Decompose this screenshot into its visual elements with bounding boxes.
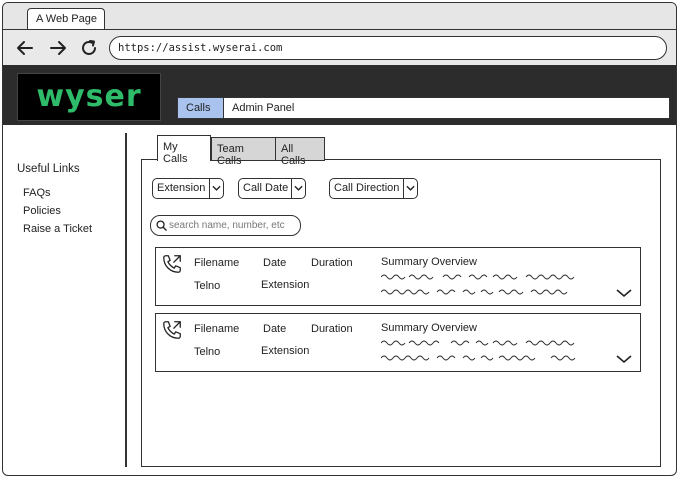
sidebar-heading: Useful Links <box>17 163 80 175</box>
browser-tab[interactable]: A Web Page <box>27 8 105 30</box>
search-placeholder: search name, number, etc <box>169 220 285 231</box>
call-date: Date <box>263 257 287 269</box>
address-bar[interactable]: https://assist.wyserai.com <box>109 36 667 60</box>
chevron-down-icon <box>209 179 221 198</box>
call-card[interactable]: Filename Date Duration Summary Overview … <box>155 247 641 306</box>
call-duration: Duration <box>311 257 353 269</box>
call-duration: Duration <box>311 323 353 335</box>
chevron-down-icon <box>291 179 303 198</box>
refresh-icon[interactable] <box>79 38 99 58</box>
extension-filter[interactable]: Extension <box>152 178 224 199</box>
summary-text-placeholder <box>381 274 575 295</box>
call-filename: Filename <box>194 323 240 335</box>
call-direction-filter-label: Call Direction <box>334 182 400 194</box>
top-navigation: Calls Admin Panel <box>177 97 670 119</box>
call-summary-title: Summary Overview <box>381 256 477 268</box>
browser-window: A Web Page https://assist.wyserai.com wy… <box>2 2 677 476</box>
call-extension: Extension <box>261 279 310 291</box>
call-date-filter-label: Call Date <box>243 182 289 194</box>
call-date: Date <box>263 323 287 335</box>
back-arrow-icon[interactable] <box>15 38 35 58</box>
call-telno: Telno <box>194 346 221 358</box>
call-card[interactable]: Filename Date Duration Summary Overview … <box>155 313 641 372</box>
browser-tabbar: A Web Page <box>3 3 676 30</box>
tab-all-calls[interactable]: All Calls <box>275 137 325 167</box>
call-filename: Filename <box>194 257 240 269</box>
app-header: wyser Calls Admin Panel <box>3 65 676 125</box>
search-input[interactable]: search name, number, etc <box>150 215 301 236</box>
wyser-logo: wyser <box>17 73 161 121</box>
sidebar-link-faqs[interactable]: FAQs <box>23 187 51 199</box>
call-date-filter[interactable]: Call Date <box>238 178 306 199</box>
chevron-down-icon <box>403 179 415 198</box>
sidebar-link-raise-ticket[interactable]: Raise a Ticket <box>23 223 92 235</box>
extension-filter-label: Extension <box>157 182 206 194</box>
call-extension: Extension <box>261 345 310 357</box>
forward-arrow-icon[interactable] <box>48 38 68 58</box>
nav-admin-panel[interactable]: Admin Panel <box>224 98 302 118</box>
expand-chevron-icon[interactable] <box>616 288 632 298</box>
tab-my-calls[interactable]: My Calls <box>157 135 211 165</box>
outgoing-call-icon <box>163 321 181 339</box>
browser-toolbar: https://assist.wyserai.com <box>3 29 676 65</box>
sidebar: Useful Links FAQs Policies Raise a Ticke… <box>3 125 127 475</box>
sidebar-divider <box>125 133 127 467</box>
expand-chevron-icon[interactable] <box>616 354 632 364</box>
summary-text-placeholder <box>381 340 576 361</box>
call-direction-filter[interactable]: Call Direction <box>329 178 418 199</box>
nav-calls[interactable]: Calls <box>178 98 224 118</box>
call-summary-title: Summary Overview <box>381 322 477 334</box>
sidebar-link-policies[interactable]: Policies <box>23 205 61 217</box>
outgoing-call-icon <box>163 255 181 273</box>
call-telno: Telno <box>194 280 221 292</box>
tab-team-calls[interactable]: Team Calls <box>211 137 277 167</box>
search-icon <box>156 220 167 231</box>
